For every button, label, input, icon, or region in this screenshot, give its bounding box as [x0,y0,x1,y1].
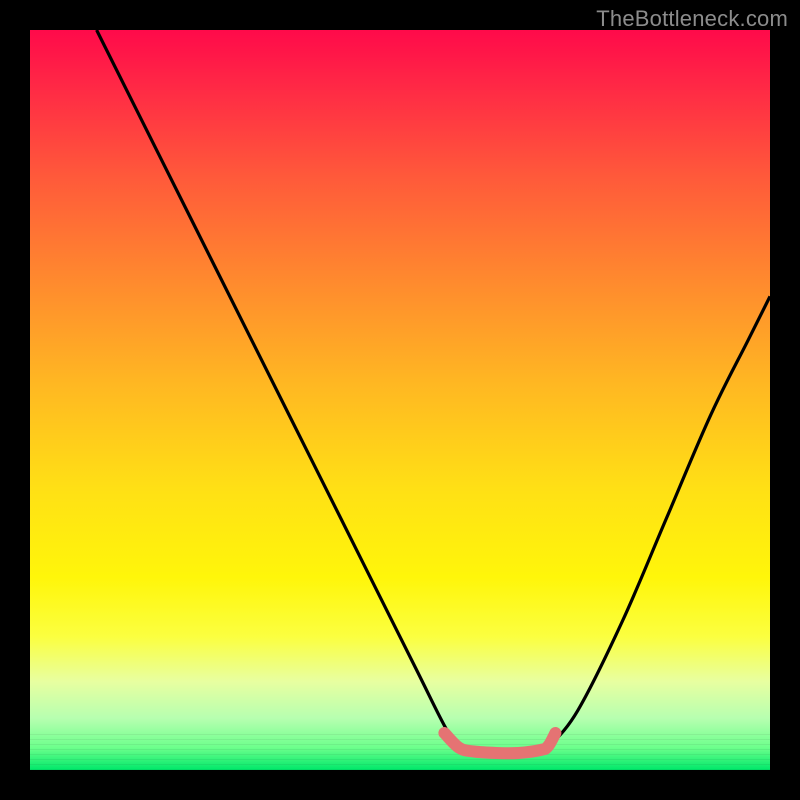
curve-layer [30,30,770,770]
watermark-text: TheBottleneck.com [596,6,788,32]
chart-frame: TheBottleneck.com [0,0,800,800]
highlight-segment [444,733,555,753]
right-curve [548,296,770,747]
left-curve [97,30,460,748]
plot-area [30,30,770,770]
